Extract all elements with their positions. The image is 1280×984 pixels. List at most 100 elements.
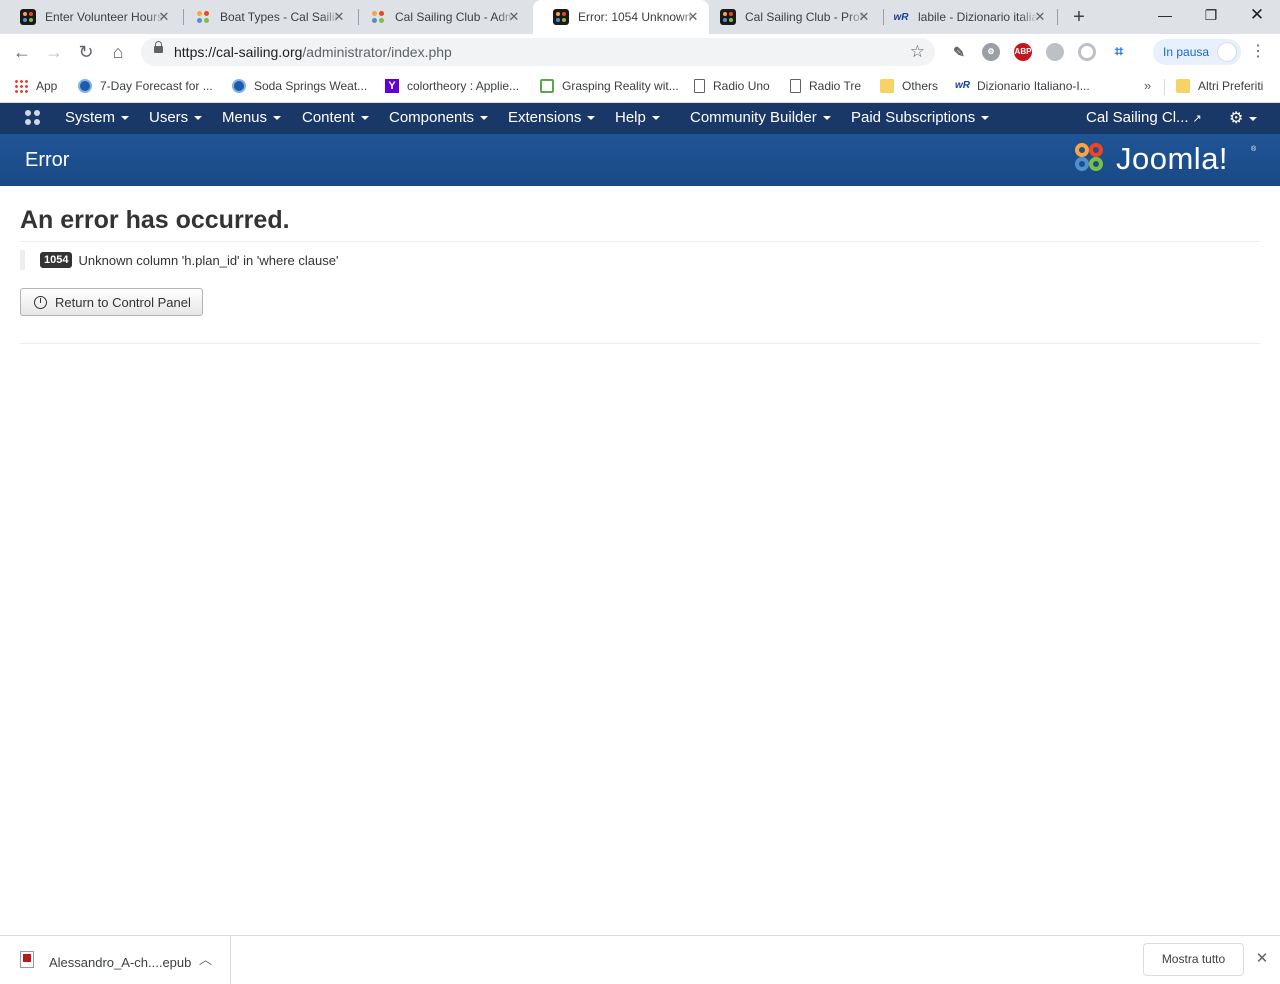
menu-label: System: [65, 109, 116, 126]
browser-tab[interactable]: Cal Sailing Club - Profile ✕: [700, 0, 880, 34]
joomla-favicon-icon: [553, 9, 569, 25]
profile-button[interactable]: In pausa: [1153, 39, 1241, 65]
menu-components[interactable]: Components: [389, 109, 489, 126]
user-settings-gear-icon[interactable]: ⚙: [1229, 108, 1258, 128]
close-icon[interactable]: ✕: [506, 9, 522, 25]
avatar: [1217, 42, 1237, 62]
bookmark-item[interactable]: 7-Day Forecast for ...: [78, 77, 213, 95]
new-tab-plus-icon[interactable]: +: [1068, 6, 1090, 28]
epub-file-icon: [20, 951, 34, 968]
view-site-link[interactable]: Cal Sailing Cl... ↗: [1086, 109, 1202, 126]
menu-label: Extensions: [508, 109, 582, 126]
close-icon[interactable]: ✕: [1032, 9, 1048, 25]
bookmark-item[interactable]: Y colortheory : Applie...: [385, 77, 519, 95]
adblock-plus-icon[interactable]: ABP: [1014, 43, 1032, 61]
joomla-favicon-icon: [370, 9, 386, 25]
bookmark-label: Radio Uno: [713, 79, 770, 93]
download-shelf: Alessandro_A-ch....epub ︿ Mostra tutto ✕: [0, 935, 1280, 984]
bookmark-label: Others: [902, 79, 939, 93]
tab-divider: [1057, 9, 1058, 25]
joomla-favicon-icon: [195, 9, 211, 25]
restore-icon[interactable]: ❐: [1188, 0, 1234, 30]
close-icon[interactable]: ✕: [1252, 949, 1272, 969]
tab-title: Enter Volunteer Hours: [45, 10, 164, 24]
return-to-control-panel-button[interactable]: Return to Control Panel: [20, 288, 203, 316]
drive-extension-icon[interactable]: [1046, 43, 1064, 61]
close-icon[interactable]: ✕: [856, 9, 872, 25]
profile-status-label: In pausa: [1163, 45, 1210, 59]
page-icon: [694, 79, 705, 93]
divider: [20, 241, 1260, 242]
caret-down-icon: [360, 116, 369, 121]
bookmark-star-icon[interactable]: ☆: [910, 42, 925, 62]
browser-tab[interactable]: Enter Volunteer Hours ✕: [0, 0, 180, 34]
menu-extensions[interactable]: Extensions: [508, 109, 596, 126]
error-heading: An error has occurred.: [20, 206, 290, 234]
menu-label: Users: [149, 109, 189, 126]
menu-label: Menus: [222, 109, 268, 126]
reload-icon[interactable]: ↻: [72, 38, 100, 66]
browser-tab[interactable]: Cal Sailing Club - Administration ✕: [350, 0, 530, 34]
lock-icon: [154, 41, 163, 53]
address-bar[interactable]: https://cal-sailing.org/administrator/in…: [141, 38, 935, 66]
button-label: Return to Control Panel: [55, 294, 191, 310]
menu-users[interactable]: Users: [149, 109, 203, 126]
chevron-up-icon[interactable]: ︿: [199, 949, 212, 968]
minimize-icon[interactable]: —: [1142, 0, 1188, 30]
browser-tab[interactable]: Boat Types - Cal Sailing Club ✕: [175, 0, 355, 34]
joomla-logo-icon[interactable]: [24, 109, 42, 127]
close-icon[interactable]: ✕: [685, 9, 701, 25]
bookmark-item[interactable]: wR Dizionario Italiano-I...: [955, 77, 1090, 95]
dashboard-icon: [34, 295, 47, 309]
circle-extension-icon[interactable]: [1078, 43, 1096, 61]
home-icon[interactable]: ⌂: [104, 38, 132, 66]
divider: [20, 343, 1260, 344]
chrome-menu-icon[interactable]: ⋮: [1250, 38, 1266, 66]
show-all-downloads-button[interactable]: Mostra tutto: [1143, 943, 1244, 976]
bookmark-item[interactable]: Grasping Reality wit...: [540, 77, 679, 95]
bookmark-label: Altri Preferiti: [1198, 79, 1264, 93]
bookmark-item[interactable]: Radio Tre: [790, 77, 861, 95]
crop-extension-icon[interactable]: ⌗: [1110, 43, 1128, 61]
noaa-icon: [78, 79, 92, 93]
close-icon[interactable]: ✕: [331, 9, 347, 25]
download-item[interactable]: Alessandro_A-ch....epub ︿: [0, 936, 231, 984]
window-close-icon[interactable]: ✕: [1234, 0, 1280, 30]
site-name: Cal Sailing Cl...: [1086, 109, 1189, 126]
menu-community-builder[interactable]: Community Builder: [690, 109, 831, 126]
bookmark-folder[interactable]: Others: [880, 77, 938, 95]
menu-label: Help: [615, 109, 646, 126]
close-icon[interactable]: ✕: [156, 9, 172, 25]
bookmark-apps[interactable]: App: [14, 77, 57, 95]
browser-tab[interactable]: wR labile - Dizionario italiano ✕: [873, 0, 1056, 34]
joomla-mark-icon: [1074, 142, 1110, 178]
menu-system[interactable]: System: [65, 109, 130, 126]
back-arrow-icon[interactable]: ←: [8, 38, 36, 66]
bookmark-item[interactable]: Soda Springs Weat...: [232, 77, 367, 95]
wordreference-favicon-icon: wR: [893, 11, 909, 23]
apps-grid-icon: [14, 79, 28, 93]
bookmark-label: colortheory : Applie...: [407, 79, 520, 93]
joomla-wordmark: Joomla!: [1116, 141, 1229, 176]
bookmark-label: Radio Tre: [809, 79, 862, 93]
bookmarks-bar: App 7-Day Forecast for ... Soda Springs …: [0, 70, 1280, 103]
gear-extension-icon[interactable]: ⚙: [982, 43, 1000, 61]
bookmark-label: Grasping Reality wit...: [562, 79, 679, 93]
bookmark-item[interactable]: Radio Uno: [694, 77, 770, 95]
error-message: Unknown column 'h.plan_id' in 'where cla…: [78, 252, 339, 268]
url-path: /administrator/index.php: [302, 44, 452, 60]
tab-title: Error: 1054 Unknown column: [578, 10, 698, 24]
forward-arrow-icon[interactable]: →: [40, 38, 68, 66]
folder-icon: [1176, 79, 1190, 93]
menu-menus[interactable]: Menus: [222, 109, 282, 126]
more-bookmarks-chevron-icon[interactable]: »: [1144, 78, 1151, 93]
registered-mark: ®: [1251, 146, 1257, 153]
caret-down-icon: [822, 116, 831, 121]
other-bookmarks-folder[interactable]: Altri Preferiti: [1176, 77, 1263, 95]
menu-help[interactable]: Help: [615, 109, 660, 126]
eyedropper-extension-icon[interactable]: ✎: [950, 43, 968, 61]
browser-tab-active[interactable]: Error: 1054 Unknown column ✕: [533, 0, 709, 34]
menu-content[interactable]: Content: [302, 109, 369, 126]
error-code-badge: 1054: [40, 252, 73, 268]
menu-paid-subscriptions[interactable]: Paid Subscriptions: [851, 109, 990, 126]
